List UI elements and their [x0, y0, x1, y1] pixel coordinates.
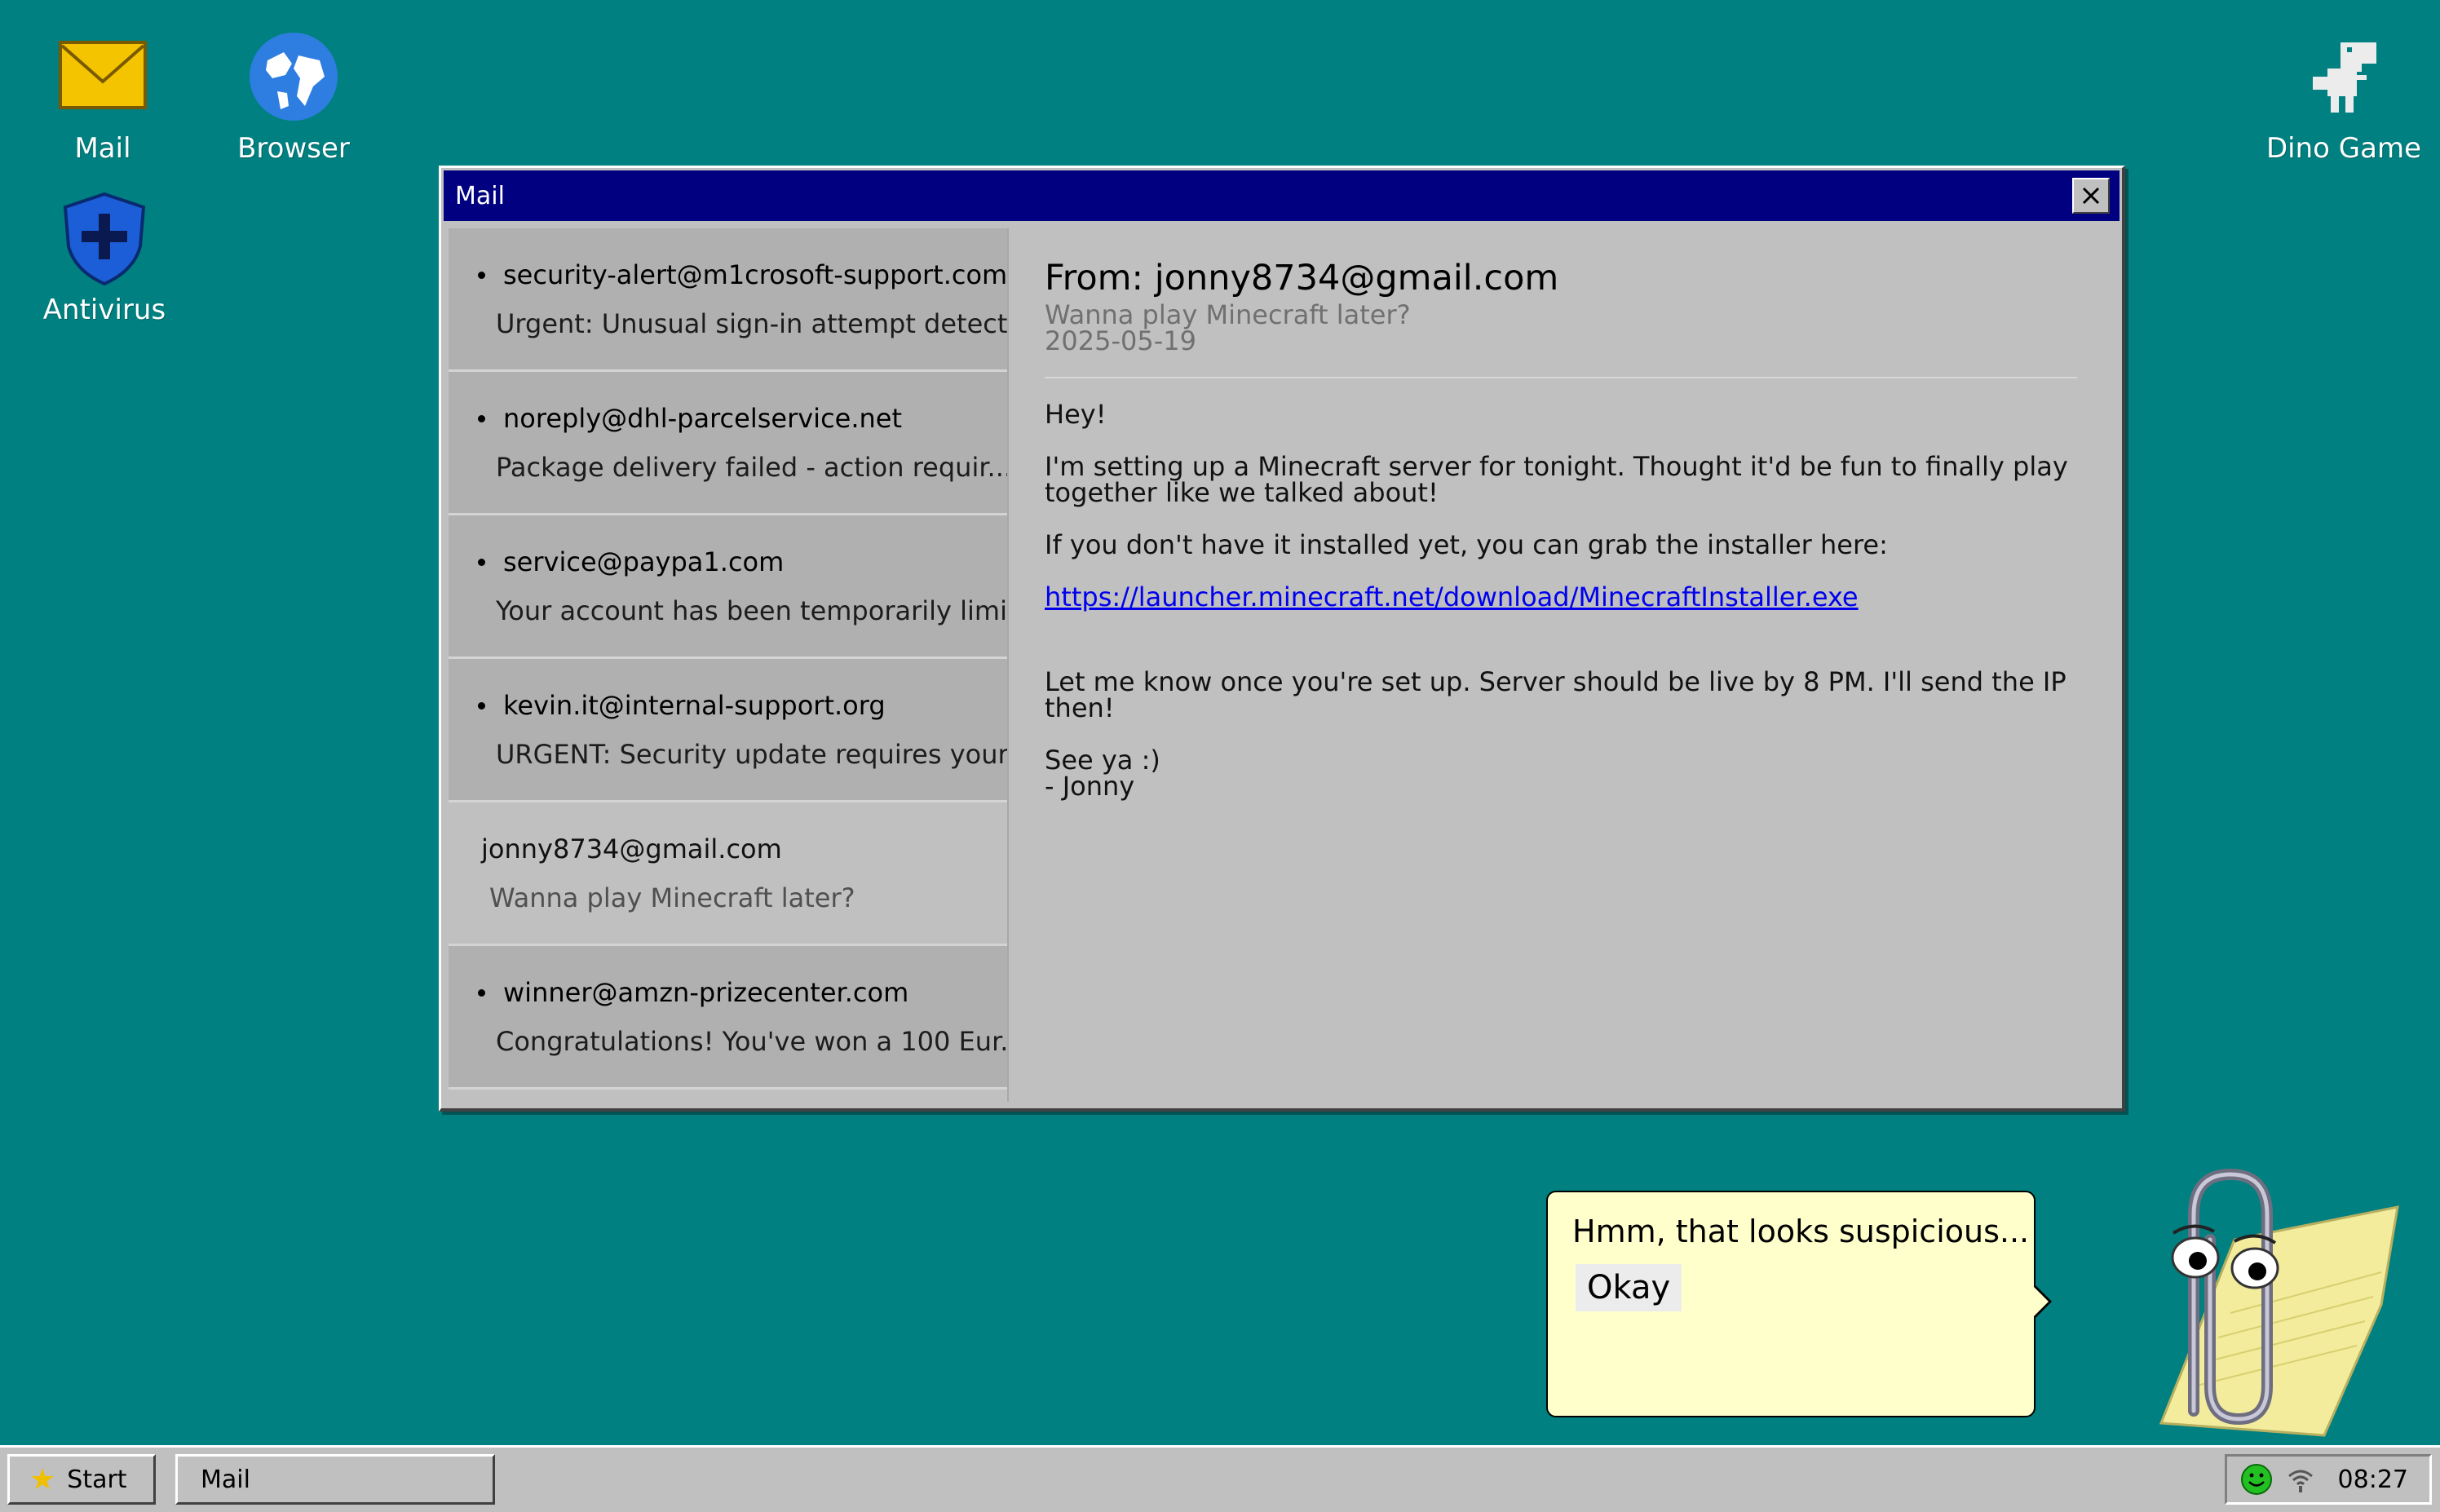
inbox-list[interactable]: security-alert@m1crosoft-support.com Urg… [449, 228, 1009, 1102]
inbox-item[interactable]: winner@amzn-prizecenter.com Congratulati… [449, 946, 1007, 1090]
okay-button[interactable]: Okay [1576, 1264, 1682, 1311]
assistant-message: Hmm, that looks suspicious... [1572, 1214, 2030, 1249]
inbox-item-subject: Package delivery failed - action requir.… [496, 452, 1009, 483]
start-label: Start [67, 1465, 127, 1494]
desktop-icon-label: Browser [237, 132, 350, 165]
inbox-item-sender: kevin.it@internal-support.org [503, 690, 886, 721]
unread-dot [478, 271, 485, 279]
download-link[interactable]: https://launcher.minecraft.net/download/… [1045, 581, 1859, 612]
shield-icon [63, 192, 146, 286]
inbox-item-subject: Congratulations! You've won a 100 Eur... [496, 1026, 1009, 1057]
inbox-item[interactable]: kevin.it@internal-support.org URGENT: Se… [449, 659, 1007, 802]
message-date: 2025-05-19 [1045, 325, 1196, 356]
message-greeting: Hey! [1045, 399, 1107, 430]
divider [1045, 377, 2077, 378]
desktop-icon-antivirus[interactable]: Antivirus [15, 189, 194, 326]
paperclip-assistant-icon[interactable] [2071, 1142, 2414, 1452]
desktop-icon-label: Mail [74, 132, 131, 165]
unread-dot [478, 701, 485, 710]
message-subject: Wanna play Minecraft later? [1045, 299, 1411, 330]
globe-icon [250, 33, 338, 121]
window-title: Mail [455, 181, 505, 210]
smiley-icon[interactable] [2240, 1463, 2273, 1496]
inbox-item-subject: URGENT: Security update requires your... [496, 739, 1009, 770]
inbox-item-subject: Urgent: Unusual sign-in attempt detecte.… [496, 308, 1009, 339]
desktop-icon-mail[interactable]: Mail [13, 28, 192, 165]
message-signature: - Jonny [1045, 771, 1135, 802]
taskbar-item-mail[interactable]: Mail [175, 1454, 495, 1505]
inbox-item-selected[interactable]: jonny8734@gmail.com Wanna play Minecraft… [449, 802, 1007, 946]
inbox-item-sender: jonny8734@gmail.com [481, 833, 782, 864]
close-button[interactable] [2072, 178, 2110, 214]
unread-dot [478, 558, 485, 566]
mail-window: Mail security-alert@m1crosoft-support.co… [439, 166, 2125, 1112]
inbox-item-subject: Your account has been temporarily limi..… [496, 595, 1009, 626]
desktop-icon-dino-game[interactable]: Dino Game [2254, 28, 2433, 165]
wifi-icon[interactable] [2284, 1463, 2317, 1496]
unread-dot [478, 988, 485, 997]
message-signoff: See ya :) [1045, 745, 1160, 776]
clock: 08:27 [2337, 1465, 2408, 1494]
taskbar: ★ Start Mail 08:27 [0, 1445, 2440, 1512]
close-icon [2082, 187, 2100, 205]
inbox-item[interactable]: security-alert@m1crosoft-support.com Urg… [449, 228, 1007, 372]
dinosaur-icon [2313, 42, 2376, 113]
start-button[interactable]: ★ Start [7, 1454, 156, 1505]
taskbar-item-label: Mail [201, 1465, 250, 1494]
assistant-speech-bubble: Hmm, that looks suspicious... Okay [1546, 1191, 2052, 1417]
desktop-icon-browser[interactable]: Browser [204, 28, 383, 165]
message-reader: From: jonny8734@gmail.com Wanna play Min… [1045, 258, 2077, 1100]
message-from: From: jonny8734@gmail.com [1045, 258, 1559, 298]
system-tray: 08:27 [2225, 1454, 2432, 1505]
inbox-item[interactable]: noreply@dhl-parcelservice.net Package de… [449, 372, 1007, 515]
desktop-icon-label: Antivirus [42, 294, 166, 326]
mail-window-titlebar[interactable]: Mail [444, 170, 2120, 221]
envelope-icon [59, 41, 147, 109]
message-paragraph: Let me know once you're set up. Server s… [1045, 666, 2066, 723]
inbox-item-sender: noreply@dhl-parcelservice.net [503, 403, 903, 434]
inbox-item-sender: winner@amzn-prizecenter.com [503, 977, 909, 1008]
inbox-item-subject: Wanna play Minecraft later? [489, 882, 855, 913]
inbox-item-sender: security-alert@m1crosoft-support.com [503, 259, 1008, 290]
message-paragraph: I'm setting up a Minecraft server for to… [1045, 451, 2068, 508]
inbox-item[interactable]: service@paypa1.com Your account has been… [449, 515, 1007, 659]
inbox-item-sender: service@paypa1.com [503, 546, 785, 577]
unread-dot [478, 414, 485, 422]
message-paragraph: If you don't have it installed yet, you … [1045, 529, 1888, 560]
star-icon: ★ [29, 1462, 56, 1497]
desktop-icon-label: Dino Game [2265, 132, 2421, 165]
